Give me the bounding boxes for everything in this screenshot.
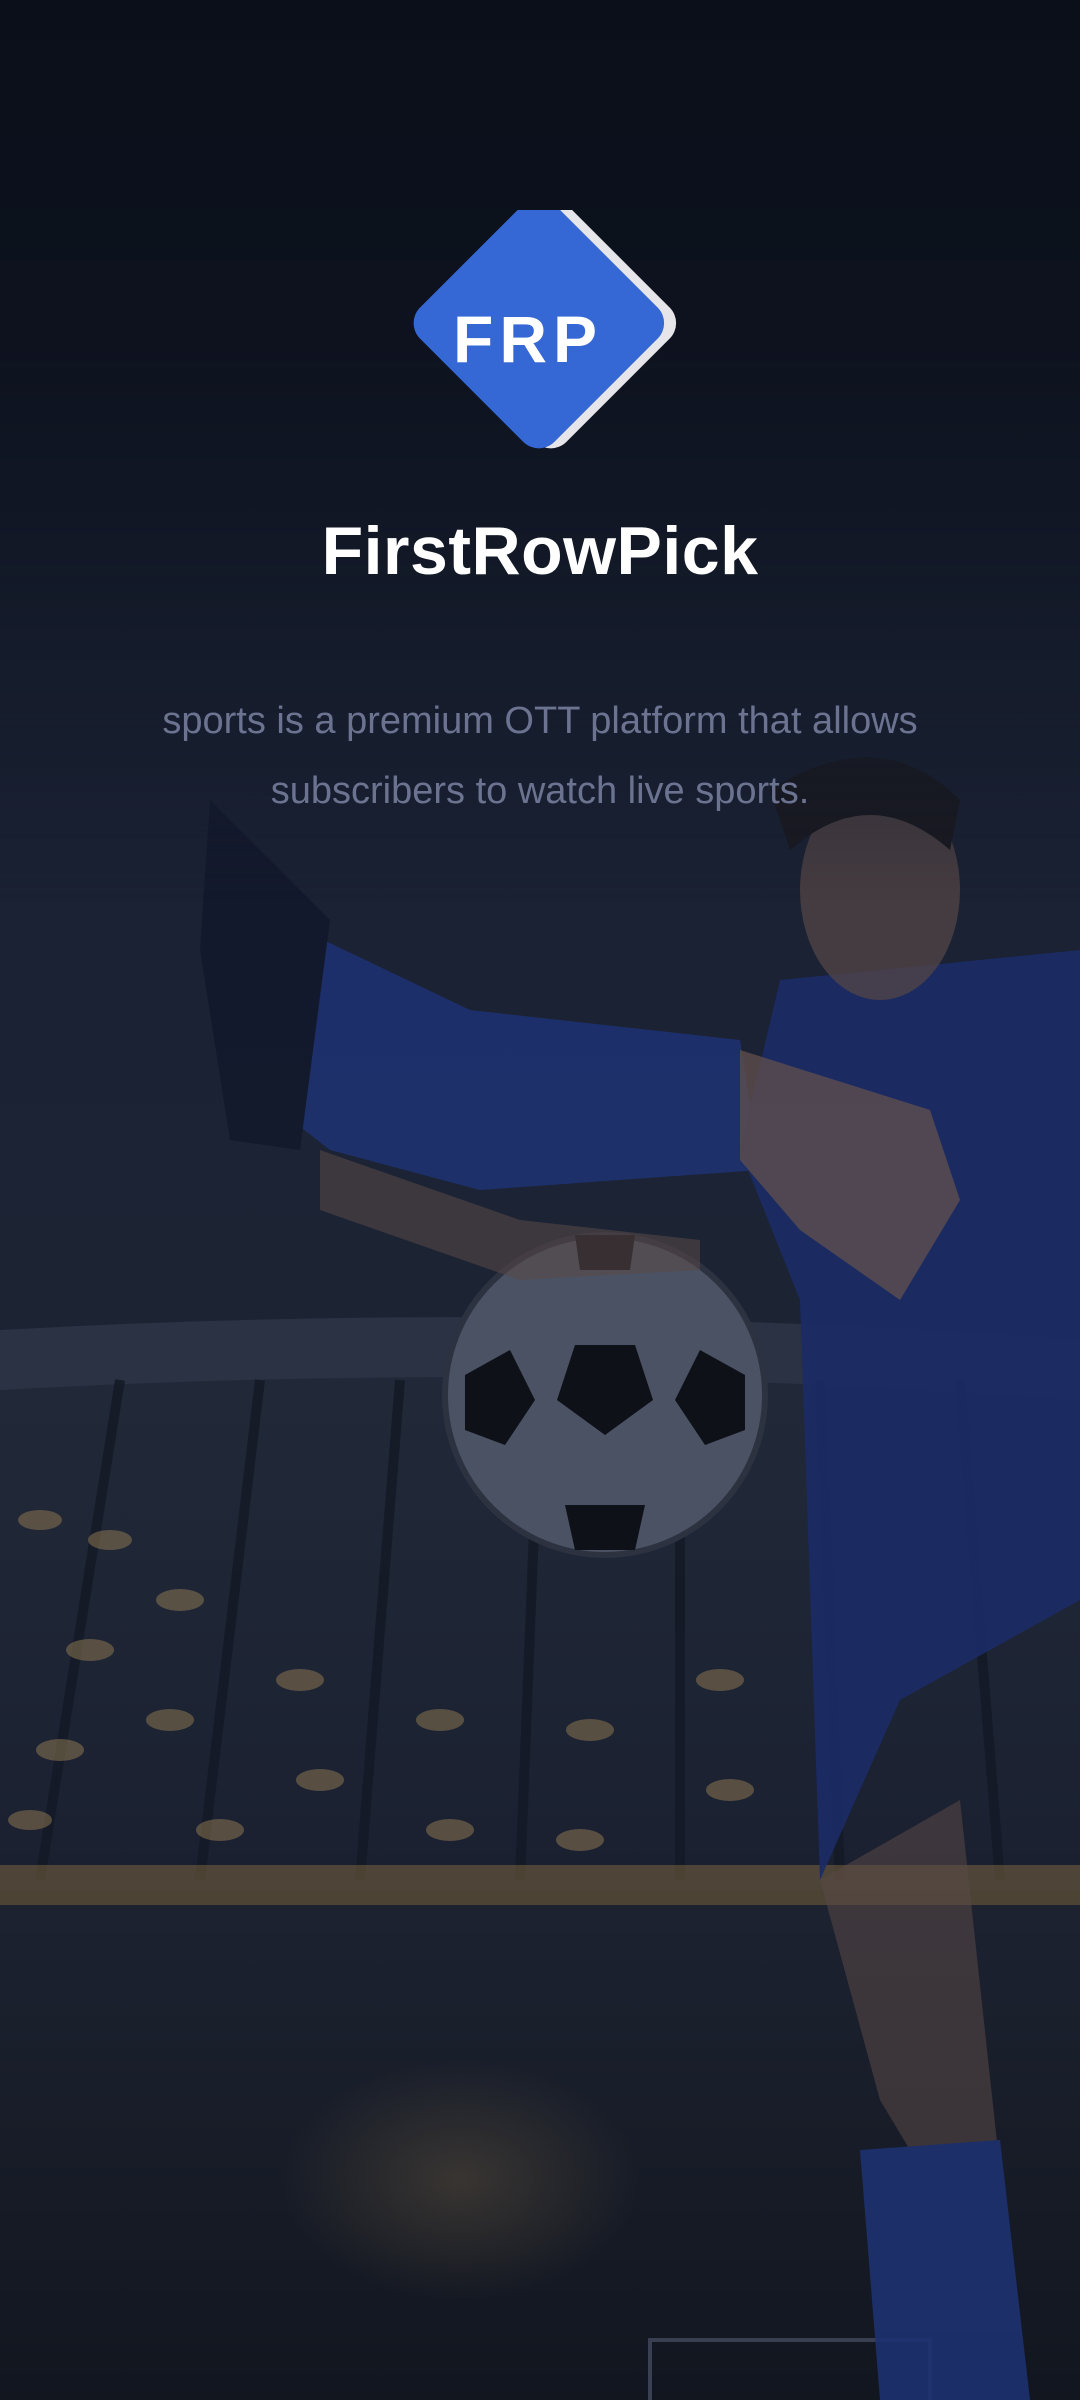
app-tagline: sports is a premium OTT platform that al… bbox=[162, 700, 918, 812]
splash-screen: FRP FirstRowPick sports is a premium OTT… bbox=[0, 0, 1080, 2400]
frp-logo-icon: FRP bbox=[413, 210, 677, 449]
logo-text: FRP bbox=[453, 302, 603, 376]
app-title: FirstRowPick bbox=[321, 513, 759, 589]
